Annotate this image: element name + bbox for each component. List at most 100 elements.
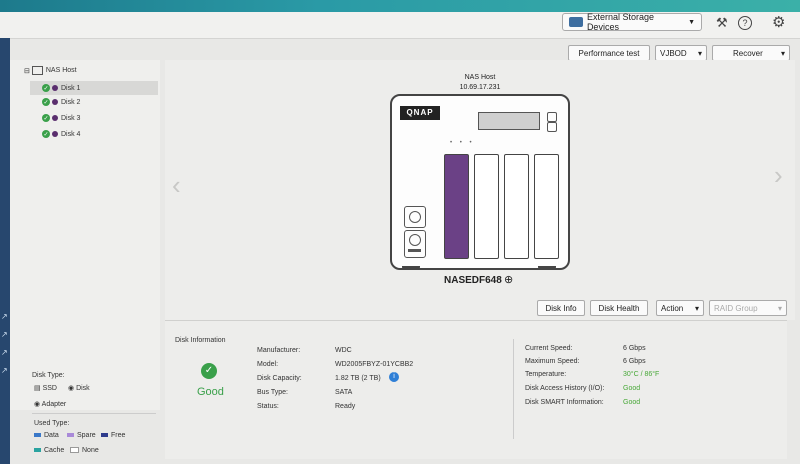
used-type-title: Used Type: xyxy=(34,420,70,427)
external-storage-dropdown[interactable]: External Storage Devices ▼ xyxy=(562,12,702,32)
legend-adapter-label: Adapter xyxy=(41,401,67,408)
power-button xyxy=(404,206,426,228)
copy-icon xyxy=(409,234,421,246)
bus-type-label: Bus Type: xyxy=(257,389,289,396)
max-speed-label: Maximum Speed: xyxy=(525,358,580,365)
recover-label: Recover xyxy=(733,48,763,58)
side-launcher-strip: ↗ ↗ ↗ ↗ xyxy=(0,38,10,464)
check-icon: ✓ xyxy=(42,84,50,92)
tree-disk-1[interactable]: ✓ Disk 1 xyxy=(30,81,158,95)
chevron-down-icon: ▾ xyxy=(780,48,785,58)
info-icon[interactable]: i xyxy=(389,372,399,382)
header-bar: External Storage Devices ▼ ⚒ ? ⚙ xyxy=(0,12,800,39)
help-icon[interactable]: ? xyxy=(738,16,752,30)
disk-bay-4[interactable] xyxy=(534,154,559,259)
disk-label: Disk 4 xyxy=(61,130,81,138)
nas-title: NAS Host xyxy=(464,74,496,81)
tools-icon[interactable]: ⚒ xyxy=(716,15,728,31)
legend-spare-label: Spare xyxy=(77,432,96,439)
link-icon[interactable]: ↗ xyxy=(1,312,8,321)
disk-label: Disk 3 xyxy=(61,114,81,122)
legend-data: Data xyxy=(34,432,59,439)
device-tree: ⊟ NAS Host ✓ Disk 1 ✓ Disk 2 ✓ Disk 3 ✓ … xyxy=(10,60,160,414)
chevron-right-icon[interactable]: › xyxy=(774,160,783,191)
status-good-icon: ✓ xyxy=(201,363,217,379)
tree-disk-2[interactable]: ✓ Disk 2 xyxy=(42,98,80,106)
check-icon: ✓ xyxy=(42,114,50,122)
led-indicators: • • • xyxy=(450,140,475,146)
storage-icon xyxy=(569,17,583,27)
link-icon[interactable]: ↗ xyxy=(1,348,8,357)
smart-info-value: Good xyxy=(623,399,641,406)
smart-info-label: Disk SMART Information: xyxy=(525,399,604,406)
temperature-label: Temperature: xyxy=(525,371,567,378)
legend-data-label: Data xyxy=(44,432,59,439)
disk-label: Disk 2 xyxy=(61,98,81,106)
capacity-value: 1.82 TB (2 TB) xyxy=(335,375,381,382)
action-dropdown[interactable]: Action ▾ xyxy=(656,300,704,316)
lcd-button-up xyxy=(547,112,557,122)
status-label: Status: xyxy=(257,403,279,410)
cache-swatch xyxy=(34,448,41,453)
raid-group-dropdown[interactable]: RAID Group ▾ xyxy=(709,300,787,316)
chevron-down-icon: ▾ xyxy=(694,303,699,313)
model-value: WD2005FBYZ-01YCBB2 xyxy=(335,361,414,368)
copy-button xyxy=(404,230,426,258)
disk-health-button[interactable]: Disk Health xyxy=(590,300,648,316)
tree-disk-3[interactable]: ✓ Disk 3 xyxy=(42,114,80,122)
adapter-icon: ◉ xyxy=(34,401,41,408)
chevron-down-icon: ▾ xyxy=(777,303,782,313)
disk-icon xyxy=(52,85,58,91)
spare-swatch xyxy=(67,433,74,438)
tree-disk-4[interactable]: ✓ Disk 4 xyxy=(42,130,80,138)
bus-type-value: SATA xyxy=(335,389,353,396)
data-swatch xyxy=(34,433,41,438)
manufacturer-value: WDC xyxy=(335,347,352,354)
disk-information-panel: Disk Information ✓ Good Manufacturer: WD… xyxy=(165,320,787,459)
temperature-value: 30°C / 86°F xyxy=(623,371,660,378)
disk-info-button[interactable]: Disk Info xyxy=(537,300,585,316)
disk-bay-3[interactable] xyxy=(504,154,529,259)
action-label: Action xyxy=(661,303,684,313)
legend-adapter: ◉ Adapter xyxy=(34,400,66,408)
gear-icon[interactable]: ⚙ xyxy=(772,13,785,31)
disk-bay-1[interactable] xyxy=(444,154,469,259)
nas-ip: 10.69.17.231 xyxy=(459,84,501,91)
free-swatch xyxy=(101,433,108,438)
recover-dropdown[interactable]: Recover ▾ xyxy=(712,45,790,61)
nas-name: NASEDF648 xyxy=(444,275,502,286)
status-value: Ready xyxy=(335,403,356,410)
external-storage-label: External Storage Devices xyxy=(586,12,654,32)
disk-bay-2[interactable] xyxy=(474,154,499,259)
model-label: Model: xyxy=(257,361,279,368)
divider xyxy=(32,413,156,414)
chevron-down-icon: ▾ xyxy=(697,48,702,58)
lcd-panel xyxy=(478,112,540,130)
nas-icon xyxy=(31,66,43,75)
current-speed-value: 6 Gbps xyxy=(623,345,646,352)
chevron-left-icon[interactable]: ‹ xyxy=(172,170,181,201)
legend-none-label: None xyxy=(82,447,99,454)
tree-root-nas-host[interactable]: ⊟ NAS Host xyxy=(24,66,77,75)
legend-disk-label: Disk xyxy=(76,385,90,392)
zoom-icon[interactable]: ⊕ xyxy=(504,273,513,286)
vjbod-dropdown[interactable]: VJBOD ▾ xyxy=(655,45,707,61)
disk-label: Disk 1 xyxy=(61,84,81,92)
nas-foot-right xyxy=(538,266,556,270)
disk-icon xyxy=(52,99,58,105)
legend-disk: ◉ Disk xyxy=(68,384,90,392)
disk-icon xyxy=(52,115,58,121)
link-icon[interactable]: ↗ xyxy=(1,330,8,339)
current-speed-label: Current Speed: xyxy=(525,345,573,352)
legend-free: Free xyxy=(101,432,125,439)
legend-ssd: ▤ SSD xyxy=(34,384,57,392)
status-good-text: Good xyxy=(197,386,224,398)
legend-free-label: Free xyxy=(111,432,126,439)
legend-spare: Spare xyxy=(67,432,96,439)
link-icon[interactable]: ↗ xyxy=(1,366,8,375)
access-history-label: Disk Access History (I/O): xyxy=(525,385,605,392)
disk-icon xyxy=(52,131,58,137)
disk-icon: ◉ xyxy=(68,385,75,392)
collapse-icon[interactable]: ⊟ xyxy=(24,67,30,75)
performance-test-button[interactable]: Performance test xyxy=(568,45,650,61)
